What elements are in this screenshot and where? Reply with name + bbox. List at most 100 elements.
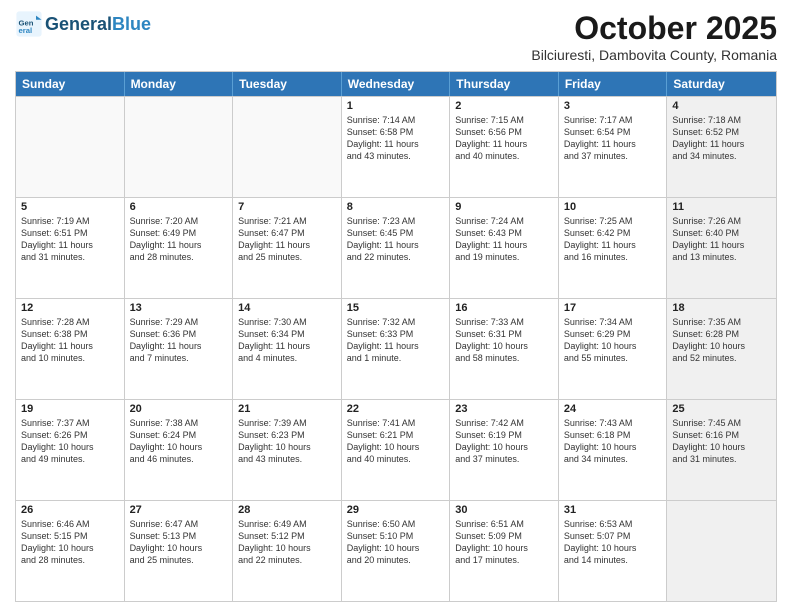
cell-info-line: Sunset: 5:12 PM — [238, 530, 336, 542]
cal-cell-4-1: 19Sunrise: 7:37 AMSunset: 6:26 PMDayligh… — [16, 400, 125, 500]
calendar-header-row: SundayMondayTuesdayWednesdayThursdayFrid… — [16, 72, 776, 96]
logo-icon: Gen eral — [15, 10, 43, 38]
day-number: 19 — [21, 403, 119, 415]
day-number: 2 — [455, 100, 553, 112]
cell-info-line: Daylight: 10 hours — [455, 542, 553, 554]
cal-cell-1-5: 2Sunrise: 7:15 AMSunset: 6:56 PMDaylight… — [450, 97, 559, 197]
cal-week-5: 26Sunrise: 6:46 AMSunset: 5:15 PMDayligh… — [16, 500, 776, 601]
cell-info-line: and 19 minutes. — [455, 251, 553, 263]
cell-info-line: and 58 minutes. — [455, 352, 553, 364]
cell-info-line: Daylight: 11 hours — [347, 138, 445, 150]
cal-cell-5-3: 28Sunrise: 6:49 AMSunset: 5:12 PMDayligh… — [233, 501, 342, 601]
cell-info-line: Sunrise: 7:29 AM — [130, 316, 228, 328]
cal-week-2: 5Sunrise: 7:19 AMSunset: 6:51 PMDaylight… — [16, 197, 776, 298]
cell-info-line: Daylight: 10 hours — [130, 542, 228, 554]
cal-header-cell-saturday: Saturday — [667, 72, 776, 96]
cell-info-line: and 10 minutes. — [21, 352, 119, 364]
cal-header-cell-tuesday: Tuesday — [233, 72, 342, 96]
cell-info-line: Daylight: 10 hours — [455, 441, 553, 453]
cal-cell-3-2: 13Sunrise: 7:29 AMSunset: 6:36 PMDayligh… — [125, 299, 234, 399]
cell-info-line: Sunrise: 7:41 AM — [347, 417, 445, 429]
cell-info-line: Sunset: 6:49 PM — [130, 227, 228, 239]
cell-info-line: Sunrise: 6:49 AM — [238, 518, 336, 530]
cal-cell-2-2: 6Sunrise: 7:20 AMSunset: 6:49 PMDaylight… — [125, 198, 234, 298]
day-number: 15 — [347, 302, 445, 314]
logo-blue-text: Blue — [112, 14, 151, 34]
cell-info-line: and 14 minutes. — [564, 554, 662, 566]
cal-cell-3-7: 18Sunrise: 7:35 AMSunset: 6:28 PMDayligh… — [667, 299, 776, 399]
cell-info-line: and 13 minutes. — [672, 251, 771, 263]
day-number: 16 — [455, 302, 553, 314]
day-number: 24 — [564, 403, 662, 415]
cal-cell-5-2: 27Sunrise: 6:47 AMSunset: 5:13 PMDayligh… — [125, 501, 234, 601]
day-number: 11 — [672, 201, 771, 213]
day-number: 1 — [347, 100, 445, 112]
cell-info-line: Daylight: 11 hours — [238, 340, 336, 352]
cal-cell-3-1: 12Sunrise: 7:28 AMSunset: 6:38 PMDayligh… — [16, 299, 125, 399]
cal-cell-2-3: 7Sunrise: 7:21 AMSunset: 6:47 PMDaylight… — [233, 198, 342, 298]
cell-info-line: Sunrise: 6:46 AM — [21, 518, 119, 530]
cell-info-line: Sunset: 6:21 PM — [347, 429, 445, 441]
cal-header-cell-monday: Monday — [125, 72, 234, 96]
cell-info-line: Sunrise: 7:23 AM — [347, 215, 445, 227]
cal-cell-4-3: 21Sunrise: 7:39 AMSunset: 6:23 PMDayligh… — [233, 400, 342, 500]
cal-cell-1-2 — [125, 97, 234, 197]
title-section: October 2025 Bilciuresti, Dambovita Coun… — [531, 10, 777, 63]
logo: Gen eral GeneralBlue — [15, 10, 151, 38]
cal-cell-2-6: 10Sunrise: 7:25 AMSunset: 6:42 PMDayligh… — [559, 198, 668, 298]
cell-info-line: Sunrise: 7:18 AM — [672, 114, 771, 126]
cal-cell-5-4: 29Sunrise: 6:50 AMSunset: 5:10 PMDayligh… — [342, 501, 451, 601]
cell-info-line: Sunrise: 6:47 AM — [130, 518, 228, 530]
cell-info-line: Sunset: 6:58 PM — [347, 126, 445, 138]
cell-info-line: and 37 minutes. — [455, 453, 553, 465]
cell-info-line: Daylight: 11 hours — [672, 239, 771, 251]
day-number: 4 — [672, 100, 771, 112]
cell-info-line: Sunrise: 7:34 AM — [564, 316, 662, 328]
cell-info-line: Daylight: 11 hours — [21, 239, 119, 251]
logo-general-text: General — [45, 14, 112, 34]
cell-info-line: Sunrise: 6:51 AM — [455, 518, 553, 530]
day-number: 5 — [21, 201, 119, 213]
cell-info-line: Sunset: 6:16 PM — [672, 429, 771, 441]
cell-info-line: and 22 minutes. — [347, 251, 445, 263]
day-number: 3 — [564, 100, 662, 112]
cell-info-line: Daylight: 10 hours — [564, 441, 662, 453]
cell-info-line: Daylight: 10 hours — [672, 441, 771, 453]
cell-info-line: Sunset: 6:42 PM — [564, 227, 662, 239]
cell-info-line: Daylight: 11 hours — [347, 340, 445, 352]
cell-info-line: Sunset: 5:13 PM — [130, 530, 228, 542]
day-number: 18 — [672, 302, 771, 314]
day-number: 9 — [455, 201, 553, 213]
cal-cell-3-4: 15Sunrise: 7:32 AMSunset: 6:33 PMDayligh… — [342, 299, 451, 399]
cal-cell-4-5: 23Sunrise: 7:42 AMSunset: 6:19 PMDayligh… — [450, 400, 559, 500]
cell-info-line: Sunrise: 7:24 AM — [455, 215, 553, 227]
cal-cell-1-4: 1Sunrise: 7:14 AMSunset: 6:58 PMDaylight… — [342, 97, 451, 197]
cell-info-line: Sunrise: 7:20 AM — [130, 215, 228, 227]
cell-info-line: Sunset: 6:29 PM — [564, 328, 662, 340]
cal-cell-2-4: 8Sunrise: 7:23 AMSunset: 6:45 PMDaylight… — [342, 198, 451, 298]
cell-info-line: and 4 minutes. — [238, 352, 336, 364]
svg-text:eral: eral — [19, 26, 33, 35]
cell-info-line: Sunset: 6:51 PM — [21, 227, 119, 239]
cal-cell-5-6: 31Sunrise: 6:53 AMSunset: 5:07 PMDayligh… — [559, 501, 668, 601]
day-number: 17 — [564, 302, 662, 314]
cal-cell-2-7: 11Sunrise: 7:26 AMSunset: 6:40 PMDayligh… — [667, 198, 776, 298]
cell-info-line: Sunset: 6:43 PM — [455, 227, 553, 239]
cell-info-line: Sunrise: 7:28 AM — [21, 316, 119, 328]
cal-cell-5-1: 26Sunrise: 6:46 AMSunset: 5:15 PMDayligh… — [16, 501, 125, 601]
cal-header-cell-wednesday: Wednesday — [342, 72, 451, 96]
cell-info-line: Sunset: 6:19 PM — [455, 429, 553, 441]
day-number: 13 — [130, 302, 228, 314]
cal-week-1: 1Sunrise: 7:14 AMSunset: 6:58 PMDaylight… — [16, 96, 776, 197]
cell-info-line: Sunset: 5:07 PM — [564, 530, 662, 542]
cell-info-line: Sunrise: 7:38 AM — [130, 417, 228, 429]
cell-info-line: Daylight: 10 hours — [347, 441, 445, 453]
cell-info-line: Sunset: 6:38 PM — [21, 328, 119, 340]
cell-info-line: and 34 minutes. — [564, 453, 662, 465]
cell-info-line: Daylight: 11 hours — [455, 239, 553, 251]
cell-info-line: Sunset: 6:18 PM — [564, 429, 662, 441]
cell-info-line: Sunrise: 7:21 AM — [238, 215, 336, 227]
cell-info-line: Sunset: 6:54 PM — [564, 126, 662, 138]
cell-info-line: Sunset: 6:28 PM — [672, 328, 771, 340]
day-number: 12 — [21, 302, 119, 314]
